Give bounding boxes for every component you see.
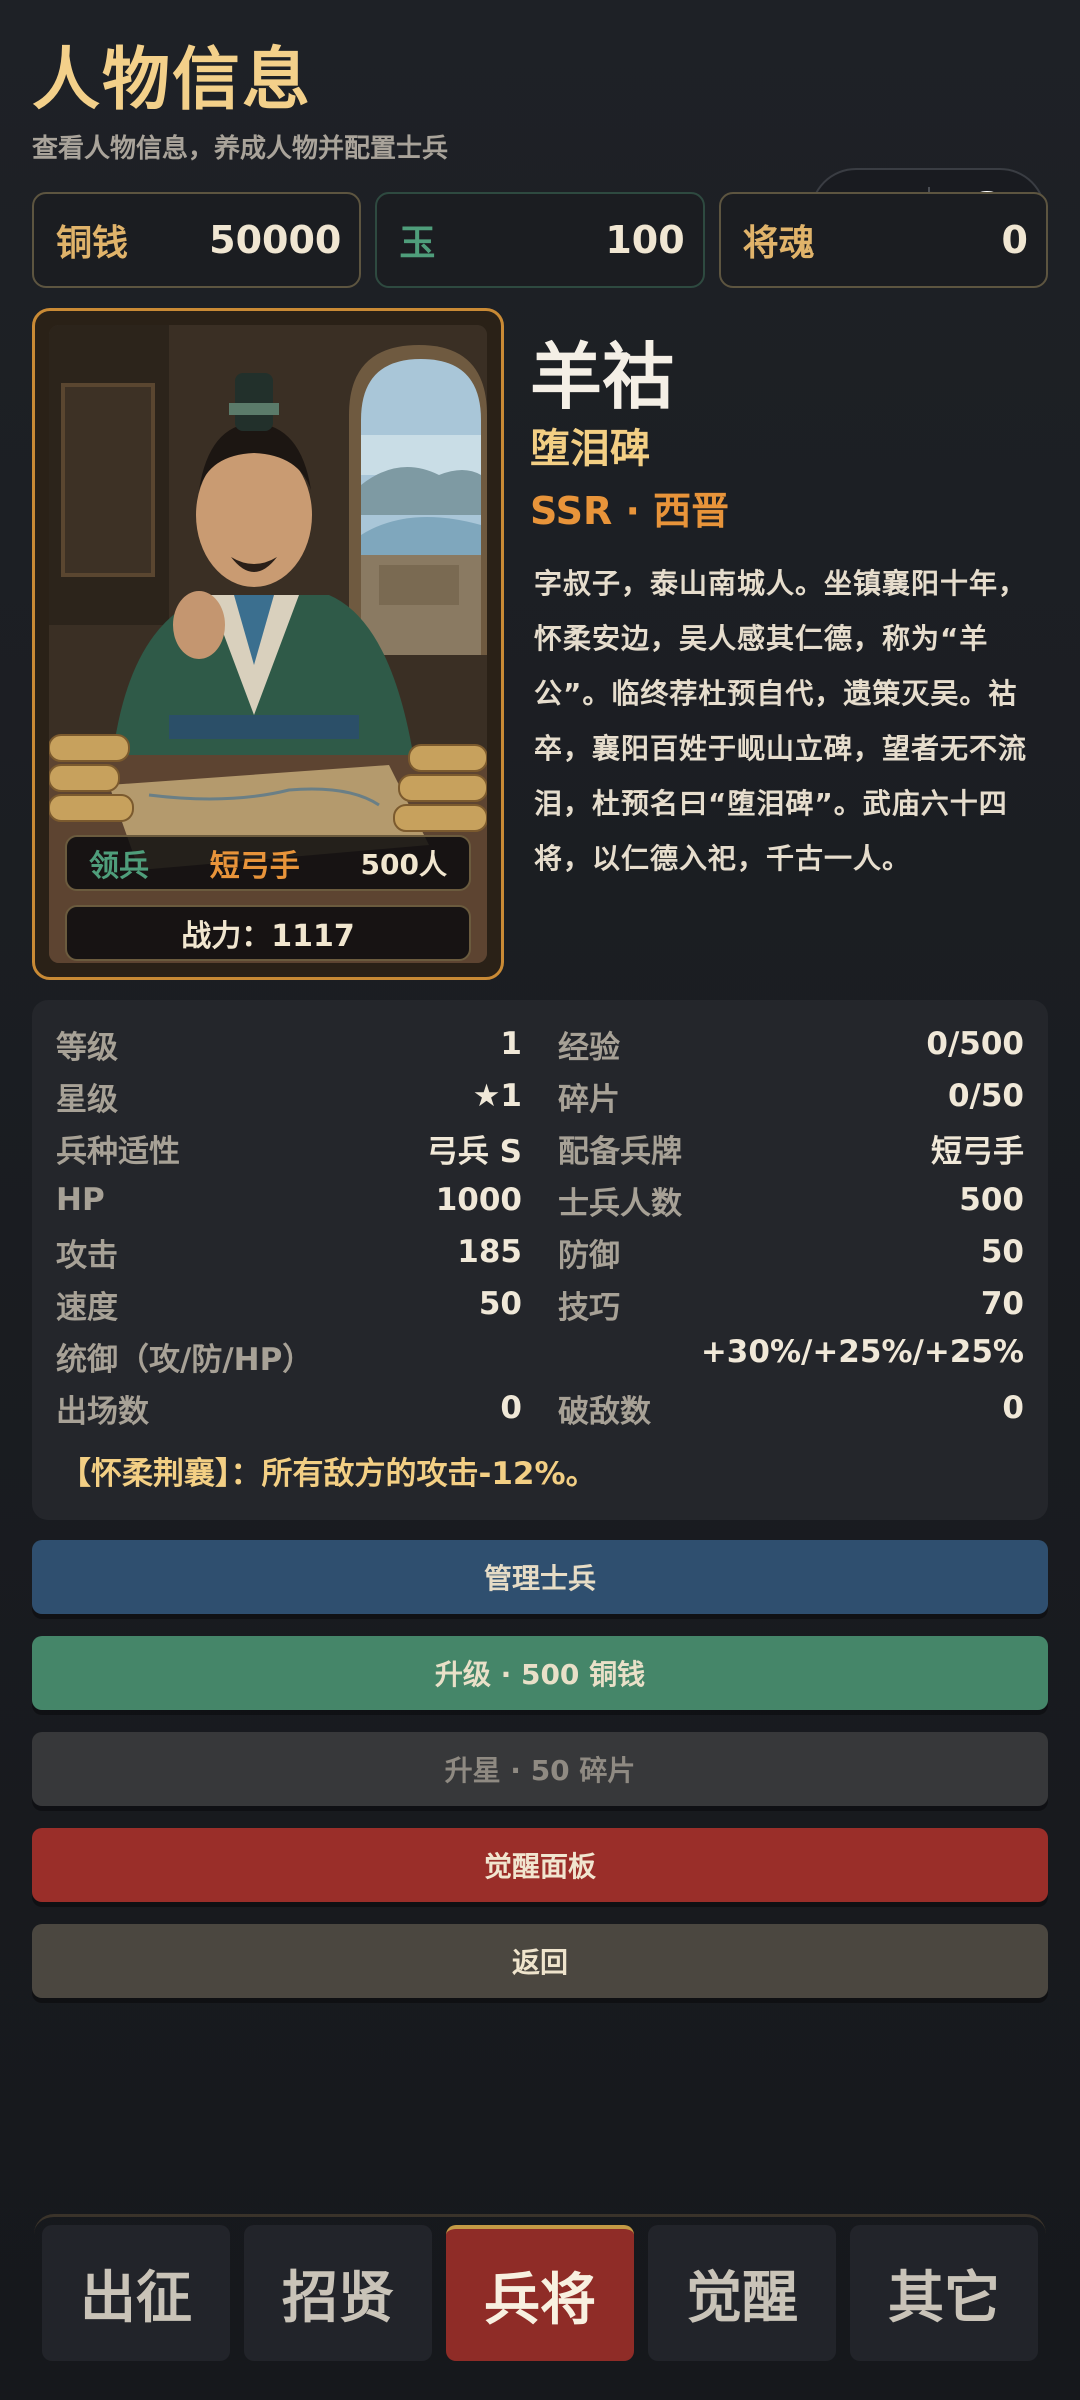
stat-key: 星级: [56, 1081, 118, 1118]
tab-awaken[interactable]: 觉醒: [648, 2225, 836, 2361]
star-up-button[interactable]: 升星 · 50 碎片: [32, 1732, 1048, 1806]
currency-row: 铜钱 50000 玉 100 将魂 0: [32, 192, 1048, 288]
hero-name: 羊祜: [530, 335, 675, 419]
stat-row: 等级 1 经验 0/500: [56, 1018, 1024, 1070]
currency-copper: 铜钱 50000: [32, 192, 362, 288]
tab-generals[interactable]: 兵将: [446, 2225, 634, 2361]
header: 人物信息 查看人物信息，养成人物并配置士兵: [32, 36, 448, 165]
stat-key: 统御（攻/防/HP）: [56, 1341, 314, 1378]
stat-key: 等级: [56, 1029, 118, 1066]
hero-portrait-image: 领兵 短弓手 500人 战力：1117: [49, 325, 487, 963]
stat-value: 0/500: [926, 1026, 1024, 1062]
combat-power: 战力：1117: [65, 905, 471, 961]
stat-key: 技巧: [558, 1289, 620, 1326]
tab-recruit[interactable]: 招贤: [244, 2225, 432, 2361]
stat-value: 70: [980, 1286, 1024, 1322]
stat-value: 1000: [435, 1182, 522, 1218]
hero-bio: 字叔子，泰山南城人。坐镇襄阳十年，怀柔安边，吴人感其仁德，称为“羊公”。临终荐杜…: [534, 567, 1028, 875]
stat-row: 兵种适性 弓兵 S 配备兵牌 短弓手: [56, 1122, 1024, 1174]
troop-info-bar: 领兵 短弓手 500人: [65, 835, 471, 891]
stat-row: 星级 ★1 碎片 0/50: [56, 1070, 1024, 1122]
stat-value: 50: [980, 1234, 1024, 1270]
hero-title: 堕泪碑: [530, 426, 650, 472]
stat-row: HP 1000 士兵人数 500: [56, 1174, 1024, 1226]
currency-jade: 玉 100: [375, 192, 705, 288]
stat-row-command: 统御（攻/防/HP） +30%/+25%/+25%: [56, 1330, 1024, 1382]
stat-key: HP: [56, 1182, 105, 1218]
stat-key: 破敌数: [558, 1393, 651, 1430]
stat-value: 短弓手: [931, 1133, 1024, 1170]
stat-value: +30%/+25%/+25%: [700, 1333, 1024, 1370]
stat-value: ★1: [472, 1078, 522, 1114]
awaken-panel-button[interactable]: 觉醒面板: [32, 1828, 1048, 1902]
stat-key: 出场数: [56, 1393, 149, 1430]
back-button[interactable]: 返回: [32, 1924, 1048, 1998]
upgrade-button[interactable]: 升级 · 500 铜钱: [32, 1636, 1048, 1710]
stat-key: 速度: [56, 1289, 118, 1326]
troop-count: 500人: [360, 848, 447, 881]
stat-value: 弓兵 S: [426, 1133, 522, 1170]
page-subtitle: 查看人物信息，养成人物并配置士兵: [32, 134, 449, 164]
currency-label: 将魂: [742, 223, 815, 264]
bottom-nav: 出征 招贤 兵将 觉醒 其它: [34, 2214, 1046, 2370]
troop-type: 短弓手: [209, 849, 300, 884]
stat-key: 攻击: [56, 1237, 118, 1274]
stat-key: 防御: [558, 1237, 620, 1274]
currency-soul: 将魂 0: [718, 192, 1048, 288]
currency-value: 100: [605, 218, 685, 262]
currency-label: 玉: [399, 223, 436, 264]
stat-value: 0: [500, 1390, 522, 1426]
manage-soldiers-button[interactable]: 管理士兵: [32, 1540, 1048, 1614]
stat-key: 兵种适性: [56, 1133, 180, 1170]
stat-row: 速度 50 技巧 70: [56, 1278, 1024, 1330]
stat-key: 配备兵牌: [558, 1133, 682, 1170]
currency-value: 50000: [209, 218, 342, 262]
currency-value: 0: [1001, 218, 1028, 262]
hero-portrait-card: 领兵 短弓手 500人 战力：1117: [32, 308, 504, 980]
stat-value: 0: [1002, 1390, 1024, 1426]
page-title: 人物信息: [32, 41, 313, 120]
troop-label: 领兵: [89, 849, 149, 884]
stat-value: 500: [959, 1182, 1024, 1218]
stat-value: 185: [457, 1234, 522, 1270]
tab-expedition[interactable]: 出征: [42, 2225, 230, 2361]
stat-key: 经验: [558, 1029, 620, 1066]
stat-key: 碎片: [558, 1081, 620, 1118]
stat-value: 0/50: [947, 1078, 1024, 1114]
currency-label: 铜钱: [56, 223, 129, 264]
hero-rarity: SSR · 西晋: [530, 489, 730, 533]
stat-row: 出场数 0 破敌数 0: [56, 1382, 1024, 1434]
stat-key: 士兵人数: [558, 1185, 682, 1222]
stats-panel: 等级 1 经验 0/500 星级 ★1 碎片 0/50 兵种适性 弓兵 S 配备兵牌 短弓手…: [32, 1000, 1048, 1520]
tab-other[interactable]: 其它: [850, 2225, 1038, 2361]
stat-row: 攻击 185 防御 50: [56, 1226, 1024, 1278]
stat-value: 1: [500, 1026, 522, 1062]
stat-value: 50: [478, 1286, 522, 1322]
skill-description: 【怀柔荆襄】：所有敌方的攻击-12%。: [60, 1456, 597, 1492]
